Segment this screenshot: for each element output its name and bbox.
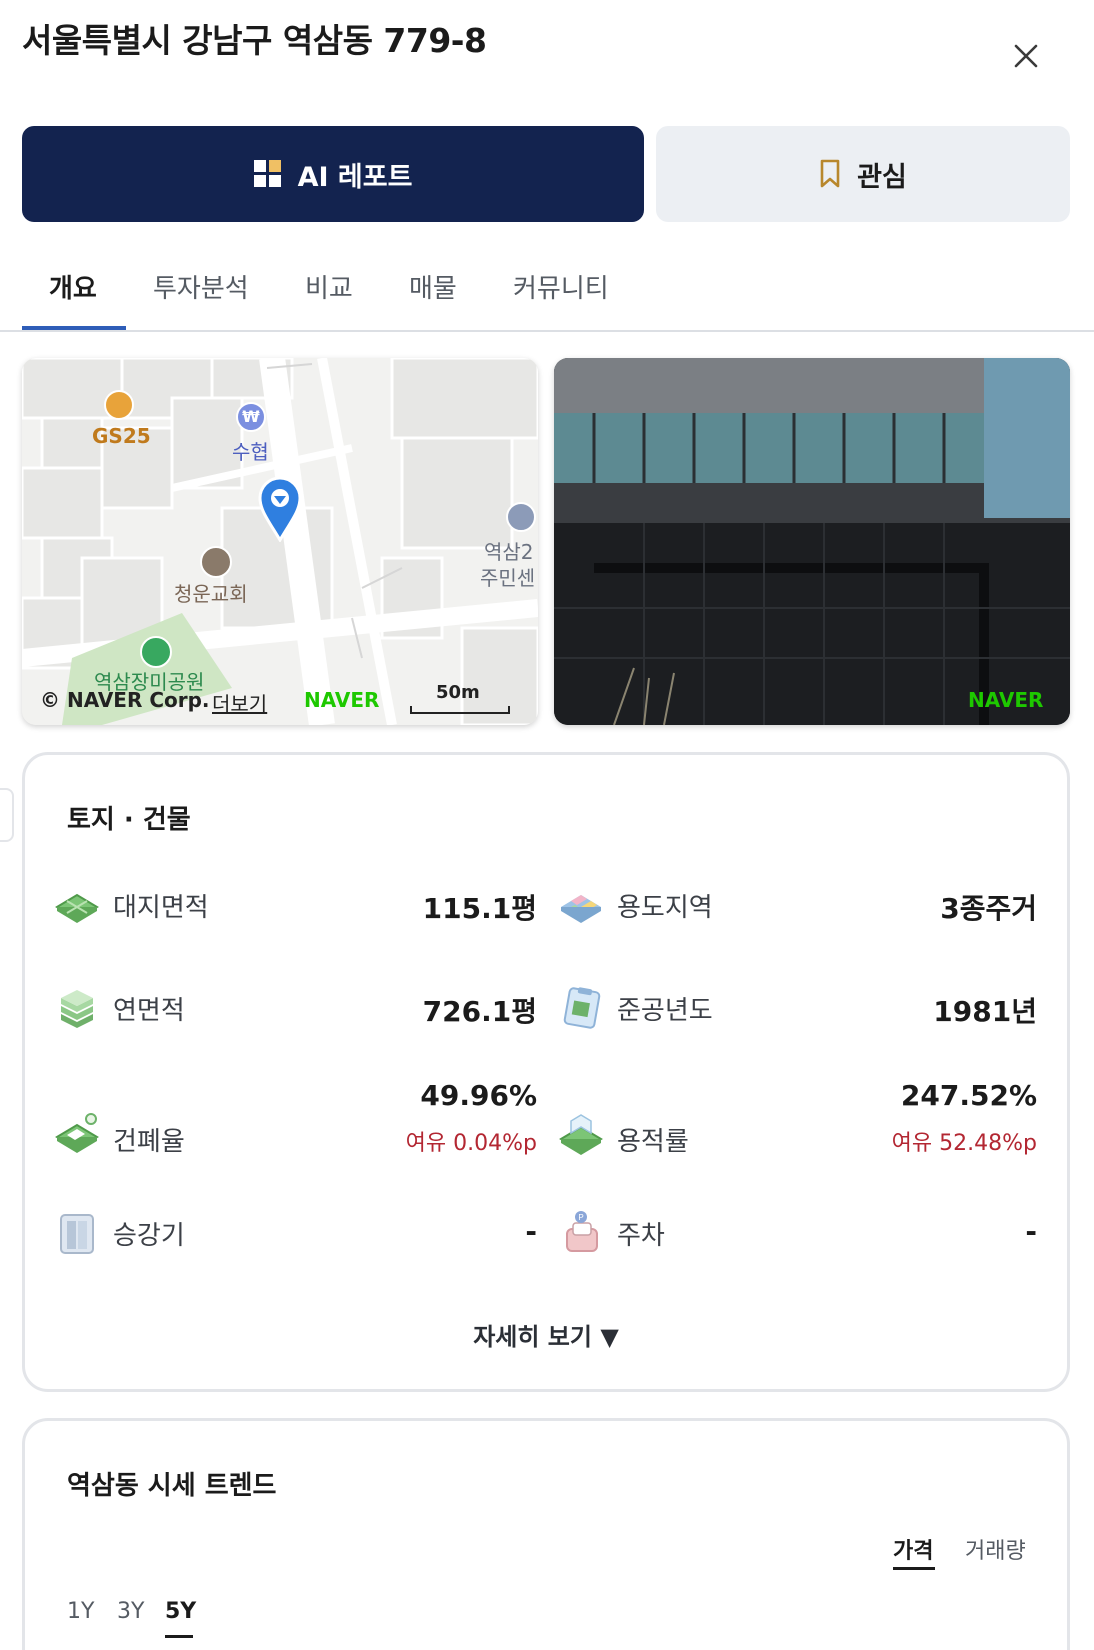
sub-floor-area-ratio: 여유 52.48%p xyxy=(891,1131,1037,1156)
label-land-area: 대지면적 xyxy=(113,893,209,923)
community-center-icon xyxy=(506,502,536,532)
metric-tab-indicator xyxy=(893,1567,935,1570)
favorite-button[interactable]: 관심 xyxy=(656,126,1070,222)
map-poi-center-line2: 주민센 xyxy=(480,566,536,590)
map-view[interactable]: GS25 ₩ 수협 청운교회 역삼장미공원 역삼2 주민센 © NAVER Co… xyxy=(22,358,538,725)
map-more-link[interactable]: 더보기 xyxy=(212,688,267,717)
metric-tab-volume[interactable]: 거래량 xyxy=(965,1533,1026,1565)
land-area-icon xyxy=(55,893,99,923)
tab-community[interactable]: 커뮤니티 xyxy=(513,268,609,305)
location-pin-icon xyxy=(258,476,302,542)
label-floor-area-ratio: 용적률 xyxy=(617,1127,689,1157)
ai-report-button[interactable]: AI 레포트 xyxy=(22,126,644,222)
info-coverage-ratio: 건폐율 49.96% 여유 0.04%p xyxy=(53,1071,537,1171)
value-completion-year: 1981년 xyxy=(933,995,1037,1028)
parking-icon: P xyxy=(566,1211,598,1252)
land-building-title: 토지 · 건물 xyxy=(67,805,191,835)
label-elevator: 승강기 xyxy=(113,1221,185,1251)
zoning-icon xyxy=(561,895,601,923)
label-completion-year: 준공년도 xyxy=(617,996,713,1026)
svg-text:P: P xyxy=(578,1213,583,1222)
photo-naver-logo: NAVER xyxy=(968,688,1044,712)
tab-listings[interactable]: 매물 xyxy=(409,268,457,305)
park-icon xyxy=(140,636,172,668)
floor-area-ratio-icon xyxy=(559,1114,603,1155)
metric-tab-price[interactable]: 가격 xyxy=(893,1533,933,1565)
label-parking: 주차 xyxy=(617,1221,665,1251)
show-details-button[interactable]: 자세히 보기 ▼ xyxy=(25,1317,1067,1352)
label-coverage-ratio: 건폐율 xyxy=(113,1127,185,1157)
label-zoning: 용도지역 xyxy=(617,893,713,923)
land-building-card: 토지 · 건물 대지면적 115.1평 용도지역 3종주거 연면적 726.1평… xyxy=(22,752,1070,1392)
active-tab-indicator xyxy=(22,326,126,330)
value-coverage-ratio: 49.96% xyxy=(420,1079,537,1112)
tab-investment-analysis[interactable]: 투자분석 xyxy=(153,268,249,305)
ai-report-label: AI 레포트 xyxy=(297,161,413,193)
map-poi-bank: 수협 xyxy=(232,440,269,464)
value-land-area: 115.1평 xyxy=(422,892,537,925)
value-zoning: 3종주거 xyxy=(940,892,1037,925)
bookmark-icon xyxy=(820,159,840,188)
period-tab-indicator xyxy=(165,1635,193,1638)
info-floor-area-ratio: 용적률 247.52% 여유 52.48%p xyxy=(557,1071,1037,1171)
tab-bar: 개요 투자분석 비교 매물 커뮤니티 xyxy=(0,250,1094,332)
map-scale-label: 50m xyxy=(436,682,480,703)
value-floor-area-ratio: 247.52% xyxy=(900,1079,1037,1112)
period-tab-5y[interactable]: 5Y xyxy=(165,1599,196,1624)
tab-overview[interactable]: 개요 xyxy=(49,268,97,305)
street-view-photo[interactable]: NAVER xyxy=(554,358,1070,725)
close-button[interactable] xyxy=(1006,36,1046,76)
map-poi-gs25: GS25 xyxy=(92,424,151,448)
info-zoning: 용도지역 3종주거 xyxy=(557,875,1037,935)
side-handle[interactable] xyxy=(0,788,14,842)
map-poi-church: 청운교회 xyxy=(174,582,248,606)
bank-icon: ₩ xyxy=(236,402,266,432)
map-naver-logo: NAVER xyxy=(304,688,380,712)
info-floor-area: 연면적 726.1평 xyxy=(53,978,537,1038)
map-scale-bar xyxy=(410,706,510,714)
value-elevator: - xyxy=(525,1215,537,1248)
info-parking: P 주차 - xyxy=(557,1203,1037,1263)
close-icon xyxy=(1014,44,1038,68)
map-poi-center-line1: 역삼2 xyxy=(484,540,534,564)
tab-compare[interactable]: 비교 xyxy=(305,268,353,305)
header: 서울특별시 강남구 역삼동 779-8 xyxy=(0,0,1094,110)
price-trend-card: 역삼동 시세 트렌드 가격 거래량 1Y 3Y 5Y xyxy=(22,1418,1070,1650)
period-tab-3y[interactable]: 3Y xyxy=(117,1599,144,1624)
value-floor-area: 726.1평 xyxy=(422,995,537,1028)
period-tab-1y[interactable]: 1Y xyxy=(67,1599,94,1624)
completion-year-icon xyxy=(563,987,601,1029)
building-photo xyxy=(554,358,1070,725)
sub-coverage-ratio: 여유 0.04%p xyxy=(405,1131,537,1156)
value-parking: - xyxy=(1025,1215,1037,1248)
address-title: 서울특별시 강남구 역삼동 779-8 xyxy=(22,21,487,60)
elevator-icon xyxy=(60,1214,94,1254)
info-elevator: 승강기 - xyxy=(53,1203,537,1263)
map-copyright: © NAVER Corp. xyxy=(40,688,210,712)
grid-icon xyxy=(253,160,281,187)
favorite-label: 관심 xyxy=(857,161,907,193)
label-floor-area: 연면적 xyxy=(113,996,185,1026)
price-trend-title: 역삼동 시세 트렌드 xyxy=(67,1471,277,1501)
info-land-area: 대지면적 115.1평 xyxy=(53,875,537,935)
info-completion-year: 준공년도 1981년 xyxy=(557,978,1037,1038)
coverage-ratio-icon xyxy=(55,1113,99,1153)
church-icon xyxy=(200,546,232,578)
floor-area-icon xyxy=(61,990,93,1028)
convenience-store-icon xyxy=(104,390,134,420)
